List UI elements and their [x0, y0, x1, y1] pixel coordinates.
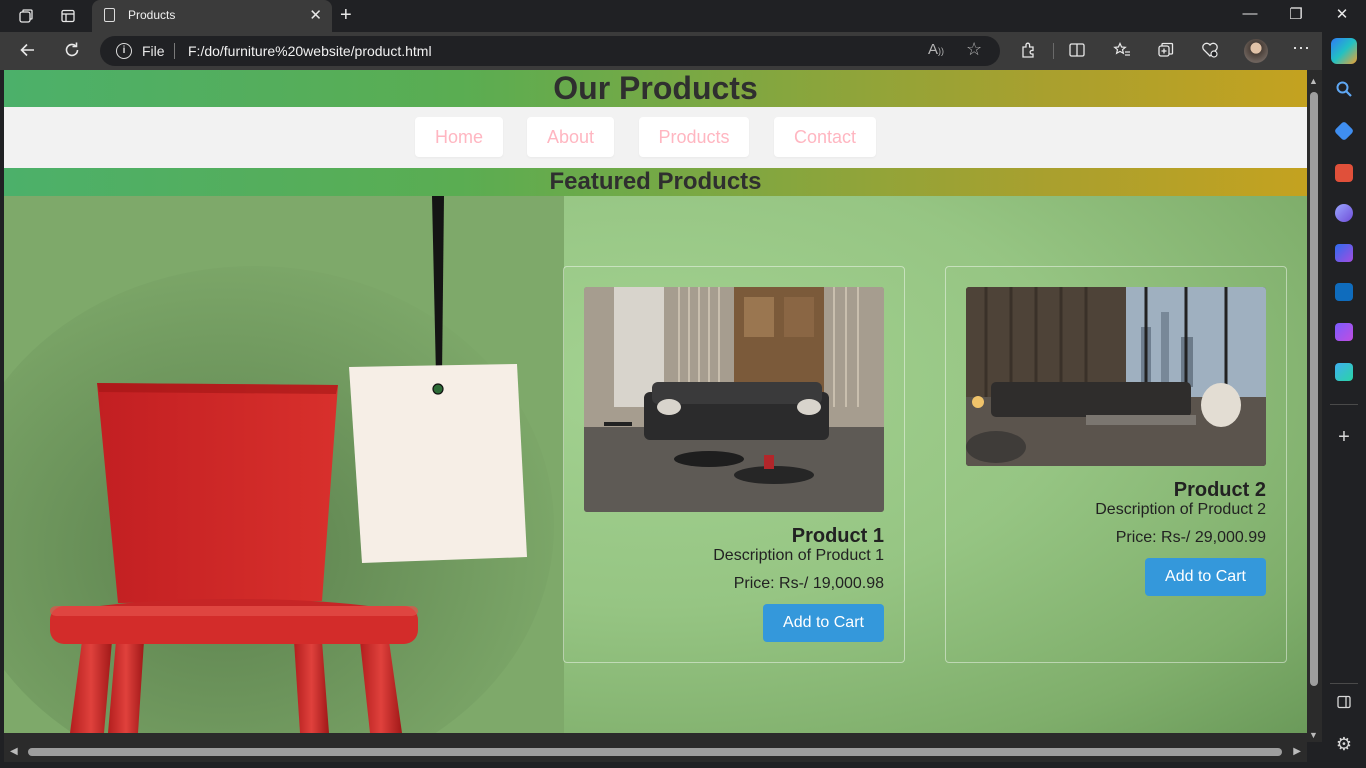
- featured-title: Featured Products: [549, 168, 762, 195]
- product-1-image: [584, 287, 884, 512]
- shopping-tag-icon[interactable]: [1333, 120, 1355, 142]
- add-to-cart-button-1[interactable]: Add to Cart: [763, 604, 884, 642]
- toolbar-separator: [1053, 43, 1054, 59]
- profile-avatar[interactable]: [1244, 39, 1268, 63]
- product-2-image: [966, 287, 1266, 466]
- search-icon[interactable]: [1334, 80, 1354, 103]
- add-to-cart-button-2[interactable]: Add to Cart: [1145, 558, 1266, 596]
- vertical-scrollbar[interactable]: ▲ ▼: [1307, 70, 1322, 742]
- microsoft-365-icon[interactable]: [1335, 244, 1353, 262]
- product-2-name: Product 2: [1173, 479, 1266, 501]
- horizontal-scroll-thumb[interactable]: [28, 748, 1282, 756]
- hide-sidebar-icon[interactable]: [1334, 694, 1354, 715]
- scroll-left-icon[interactable]: ◀: [10, 746, 18, 757]
- browser-essentials-icon[interactable]: [1200, 41, 1220, 64]
- scroll-up-icon[interactable]: ▲: [1309, 76, 1318, 86]
- restore-icon[interactable]: ❐: [1286, 5, 1306, 23]
- scroll-right-icon[interactable]: ▶: [1293, 746, 1301, 757]
- tab-bar: Products ✕ + — ❐ ✕: [0, 0, 1366, 32]
- page-bottom-strip: [4, 733, 1307, 742]
- drop-icon[interactable]: [1335, 363, 1353, 381]
- extensions-icon[interactable]: [1019, 41, 1039, 64]
- favorites-icon[interactable]: [1112, 41, 1132, 64]
- main-nav: Home About Products Contact: [4, 107, 1307, 168]
- tab-title: Products: [128, 8, 176, 22]
- sidebar-separator-bottom: [1330, 683, 1358, 684]
- tools-icon[interactable]: [1335, 164, 1353, 182]
- product-2-description: Description of Product 2: [1095, 501, 1266, 518]
- back-icon[interactable]: [18, 40, 38, 66]
- active-tab[interactable]: Products ✕: [92, 0, 332, 32]
- scroll-down-icon[interactable]: ▼: [1309, 730, 1318, 740]
- address-bar: i File F:/do/furniture%20website/product…: [0, 32, 1366, 70]
- collections-icon[interactable]: [1156, 41, 1176, 64]
- nav-contact-link[interactable]: Contact: [774, 117, 876, 157]
- site-info-label[interactable]: File: [142, 43, 165, 59]
- product-1-description: Description of Product 1: [713, 547, 884, 564]
- designer-icon[interactable]: [1335, 323, 1353, 341]
- close-tab-icon[interactable]: ✕: [309, 6, 322, 24]
- minimize-icon[interactable]: —: [1240, 5, 1260, 22]
- favorite-star-icon[interactable]: ☆: [966, 39, 982, 60]
- workspaces-icon[interactable]: [16, 6, 36, 26]
- copilot-icon[interactable]: [1331, 38, 1357, 64]
- sidebar-separator: [1330, 404, 1358, 405]
- nav-about-link[interactable]: About: [527, 117, 614, 157]
- settings-gear-icon[interactable]: ⚙: [1334, 734, 1354, 755]
- page-icon: [104, 8, 115, 22]
- games-icon[interactable]: [1335, 204, 1353, 222]
- nav-home-link[interactable]: Home: [415, 117, 503, 157]
- read-aloud-icon[interactable]: A)): [928, 41, 944, 58]
- page-header: Our Products: [4, 70, 1307, 107]
- site-info-icon[interactable]: i: [116, 43, 132, 59]
- more-options-icon[interactable]: ⋯: [1291, 38, 1311, 59]
- outlook-icon[interactable]: [1335, 283, 1353, 301]
- nav-products-link[interactable]: Products: [639, 117, 749, 157]
- page-viewport: Our Products Home About Products Contact…: [4, 70, 1307, 733]
- featured-section: Product 1 Description of Product 1 Price…: [4, 196, 1307, 733]
- omnibox[interactable]: i File F:/do/furniture%20website/product…: [100, 36, 1000, 66]
- tab-actions-icon[interactable]: [58, 6, 78, 26]
- vertical-scroll-thumb[interactable]: [1310, 92, 1318, 686]
- product-card-1: Product 1 Description of Product 1 Price…: [563, 266, 905, 663]
- horizontal-scrollbar[interactable]: ◀ ▶: [4, 742, 1307, 762]
- product-1-name: Product 1: [791, 525, 884, 547]
- split-screen-icon[interactable]: [1067, 41, 1087, 64]
- new-tab-icon[interactable]: +: [340, 4, 352, 27]
- edge-sidebar: + ⚙: [1322, 32, 1366, 768]
- add-sidebar-app-icon[interactable]: +: [1334, 426, 1354, 449]
- close-window-icon[interactable]: ✕: [1332, 5, 1352, 23]
- omnibox-separator: [174, 43, 175, 59]
- product-card-2: Product 2 Description of Product 2 Price…: [945, 266, 1287, 663]
- page-title: Our Products: [553, 70, 758, 106]
- red-chair-background-image: [4, 196, 564, 733]
- featured-section-bar: Featured Products: [4, 168, 1307, 196]
- product-2-price: Price: Rs-/ 29,000.99: [1115, 529, 1266, 546]
- refresh-icon[interactable]: [62, 40, 82, 66]
- url-text[interactable]: F:/do/furniture%20website/product.html: [188, 43, 432, 59]
- product-1-price: Price: Rs-/ 19,000.98: [733, 575, 884, 592]
